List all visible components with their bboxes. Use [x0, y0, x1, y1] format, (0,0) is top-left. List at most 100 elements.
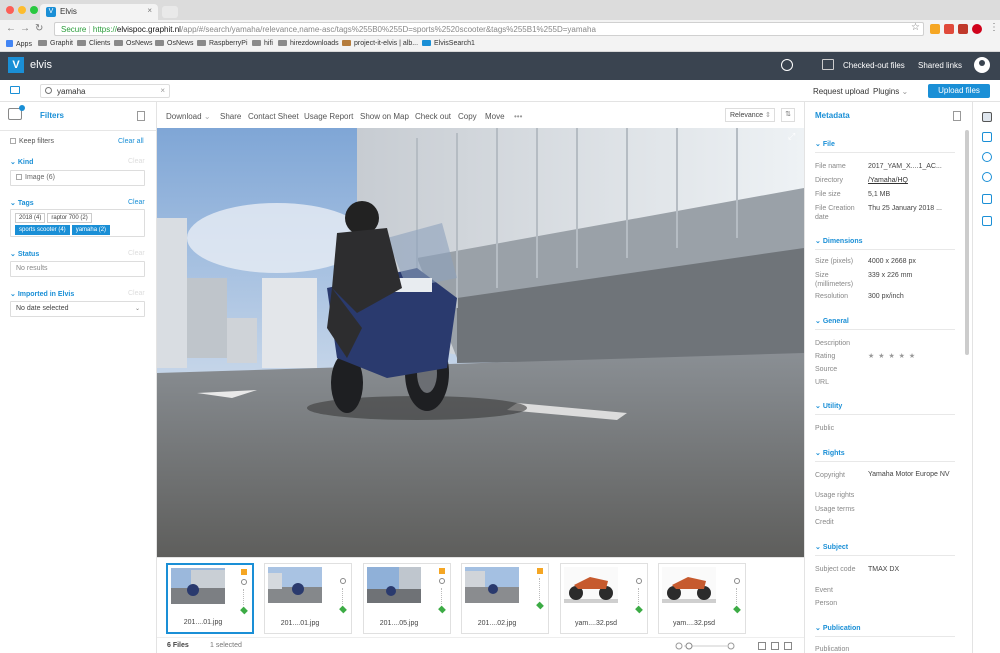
- section-file[interactable]: ⌄ File: [815, 140, 835, 148]
- thumbnail-item[interactable]: 201....05.jpg: [363, 563, 451, 634]
- bookmark-item[interactable]: project-it-elvis | alb...: [342, 40, 418, 47]
- bookmark-item[interactable]: hifi: [252, 40, 273, 47]
- thumbnail-status-icons: [732, 568, 742, 614]
- bookmark-item[interactable]: hirezdownloads: [278, 40, 339, 47]
- thumbnail-item[interactable]: 201....01.jpg: [264, 563, 352, 634]
- section-publication[interactable]: ⌄ Publication: [815, 624, 861, 632]
- new-tab-button[interactable]: [162, 6, 178, 18]
- more-actions-button[interactable]: •••: [514, 112, 522, 121]
- contact-sheet-button[interactable]: Contact Sheet: [248, 112, 299, 121]
- filter-toggle-icon[interactable]: [8, 105, 25, 120]
- close-window-icon[interactable]: [6, 6, 14, 14]
- upload-files-button[interactable]: Upload files: [928, 84, 990, 98]
- metadata-document-icon[interactable]: [953, 111, 961, 121]
- forward-icon[interactable]: →: [20, 23, 30, 34]
- rating-stars[interactable]: ★ ★ ★ ★ ★: [868, 352, 958, 361]
- thumbnail-item[interactable]: yam....32.psd: [560, 563, 648, 634]
- share-button[interactable]: Share: [220, 112, 241, 121]
- grid-icon[interactable]: [982, 194, 992, 204]
- globe-icon[interactable]: [781, 59, 793, 71]
- status-clear-link[interactable]: Clear: [128, 250, 145, 257]
- clock-icon[interactable]: [982, 172, 992, 182]
- section-dimensions[interactable]: ⌄ Dimensions: [815, 237, 863, 245]
- back-icon[interactable]: ←: [6, 23, 16, 34]
- metadata-scrollbar[interactable]: [965, 130, 969, 355]
- bookmark-item[interactable]: OsNews: [155, 40, 193, 47]
- file-name-value[interactable]: 2017_YAM_X....1_AC...: [868, 162, 958, 171]
- bookmark-item[interactable]: Apps: [6, 40, 32, 48]
- list-view-icon[interactable]: [771, 642, 779, 650]
- minimize-window-icon[interactable]: [18, 6, 26, 14]
- section-utility[interactable]: ⌄ Utility: [815, 402, 842, 410]
- bookmark-item[interactable]: Clients: [77, 40, 110, 47]
- section-subject[interactable]: ⌄ Subject: [815, 543, 848, 551]
- zoom-slider[interactable]: [675, 642, 735, 650]
- bookmark-star-icon[interactable]: ☆: [911, 22, 920, 33]
- imported-section-title[interactable]: ⌄ Imported in Elvis: [10, 290, 74, 298]
- thumbnail-item[interactable]: 201....01.jpg: [166, 563, 254, 634]
- folder-icon[interactable]: [10, 86, 20, 94]
- extension-icon[interactable]: [930, 24, 940, 34]
- sort-select[interactable]: Relevance ⇕: [725, 108, 775, 122]
- tag-chip-selected[interactable]: yamaha (2): [71, 225, 111, 235]
- plugins-dropdown[interactable]: Plugins ⌄: [873, 87, 908, 96]
- preview-view-icon[interactable]: [784, 642, 792, 650]
- browser-menu-icon[interactable]: ⋮: [989, 22, 999, 33]
- thumbnail-item[interactable]: 201....02.jpg: [461, 563, 549, 634]
- tag-chip[interactable]: 2018 (4): [15, 213, 46, 223]
- close-tab-icon[interactable]: ×: [147, 6, 152, 15]
- stamp-icon[interactable]: [982, 216, 992, 226]
- bookmark-item[interactable]: OsNews: [114, 40, 152, 47]
- tags-section-title[interactable]: ⌄ Tags: [10, 199, 34, 207]
- bookmark-item[interactable]: Graphit: [38, 40, 73, 47]
- reload-icon[interactable]: ↻: [35, 23, 43, 34]
- filter-document-icon[interactable]: [137, 111, 145, 121]
- preview-image[interactable]: [157, 128, 804, 557]
- tag-chip[interactable]: raptor 700 (2): [47, 213, 92, 223]
- download-button[interactable]: Download ⌄: [166, 112, 211, 121]
- request-upload-link[interactable]: Request upload: [813, 87, 869, 96]
- bookmark-item[interactable]: ElvisSearch1: [422, 40, 475, 47]
- user-avatar-icon[interactable]: [974, 57, 990, 73]
- copy-button[interactable]: Copy: [458, 112, 477, 121]
- address-bar[interactable]: Secure | https://elvispoc.graphit.nl/app…: [54, 22, 924, 36]
- usage-report-button[interactable]: Usage Report: [304, 112, 353, 121]
- tags-clear-link[interactable]: Clear: [128, 199, 145, 206]
- search-input[interactable]: yamaha ×: [40, 84, 170, 98]
- clear-search-icon[interactable]: ×: [160, 86, 165, 95]
- extension-icon[interactable]: [958, 24, 968, 34]
- checked-out-files-link[interactable]: Checked-out files: [843, 61, 905, 70]
- show-on-map-button[interactable]: Show on Map: [360, 112, 409, 121]
- link-icon[interactable]: [982, 152, 992, 162]
- kind-clear-link[interactable]: Clear: [128, 158, 145, 165]
- thumbnail-filename: yam....32.psd: [672, 620, 716, 627]
- move-button[interactable]: Move: [485, 112, 505, 121]
- grid-view-icon[interactable]: [758, 642, 766, 650]
- keep-filters-checkbox[interactable]: Keep filters: [10, 138, 54, 145]
- expand-icon[interactable]: ⤢: [788, 131, 800, 143]
- kind-option-image[interactable]: Image (6): [10, 170, 145, 186]
- sort-order-icon[interactable]: ⇅: [781, 108, 795, 122]
- elvis-logo[interactable]: V: [8, 57, 24, 73]
- briefcase-icon[interactable]: [982, 132, 992, 142]
- clear-all-link[interactable]: Clear all: [118, 138, 144, 145]
- tag-chip-selected[interactable]: sports scooter (4): [15, 225, 70, 235]
- browser-tab[interactable]: V Elvis ×: [40, 4, 158, 20]
- thumbnail-item[interactable]: yam....32.psd: [658, 563, 746, 634]
- checked-out-icon[interactable]: [822, 59, 834, 70]
- section-general[interactable]: ⌄ General: [815, 317, 849, 325]
- bookmark-item[interactable]: RaspberryPi: [197, 40, 248, 47]
- opera-extension-icon[interactable]: [972, 24, 982, 34]
- tag-icon[interactable]: [982, 112, 992, 122]
- section-rights[interactable]: ⌄ Rights: [815, 449, 845, 457]
- imported-clear-link[interactable]: Clear: [128, 290, 145, 297]
- shared-links-link[interactable]: Shared links: [918, 61, 962, 70]
- browser-toolbar: ← → ↻ Secure | https://elvispoc.graphit.…: [0, 20, 1000, 38]
- directory-link[interactable]: /Yamaha/HQ: [868, 176, 958, 185]
- extension-icon[interactable]: [944, 24, 954, 34]
- kind-section-title[interactable]: ⌄ Kind: [10, 158, 33, 166]
- status-section-title[interactable]: ⌄ Status: [10, 250, 39, 258]
- imported-date-select[interactable]: No date selected ⌄: [10, 301, 145, 317]
- check-out-button[interactable]: Check out: [415, 112, 451, 121]
- maximize-window-icon[interactable]: [30, 6, 38, 14]
